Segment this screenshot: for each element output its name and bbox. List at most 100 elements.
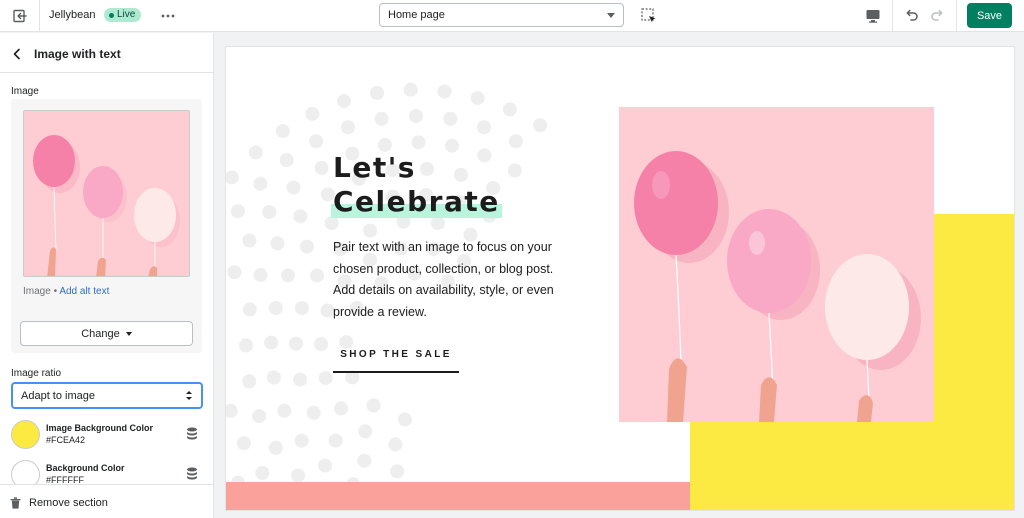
decorative-dot bbox=[328, 433, 343, 448]
remove-section-label: Remove section bbox=[29, 497, 108, 509]
decorative-dot bbox=[253, 267, 268, 282]
decorative-dot bbox=[409, 109, 423, 123]
database-icon[interactable] bbox=[186, 467, 198, 481]
database-icon[interactable] bbox=[186, 427, 198, 441]
divider bbox=[892, 0, 893, 32]
exit-button[interactable] bbox=[0, 0, 40, 32]
decorative-dot bbox=[390, 464, 405, 479]
select-arrows-icon bbox=[186, 391, 192, 400]
image-background-color-setting[interactable]: Image Background Color #FCEA42 bbox=[11, 420, 203, 450]
back-button[interactable] bbox=[9, 46, 25, 62]
more-icon bbox=[161, 14, 175, 18]
decorative-dot bbox=[341, 120, 355, 135]
heading-line-1: Let's bbox=[333, 151, 416, 184]
trash-icon bbox=[10, 497, 21, 509]
decorative-dot bbox=[398, 412, 412, 427]
undo-icon bbox=[906, 9, 918, 21]
sidebar-footer: Remove section bbox=[0, 484, 213, 518]
section-settings-sidebar: Image with text Image Image • Add alt te… bbox=[0, 33, 214, 518]
image-caption: Image • Add alt text bbox=[23, 286, 109, 297]
decorative-dot bbox=[314, 337, 328, 352]
decorative-dot bbox=[242, 374, 257, 389]
top-bar: Jellybean Live Home page Save bbox=[0, 0, 1024, 32]
image-thumbnail[interactable] bbox=[23, 110, 190, 277]
divider bbox=[956, 0, 957, 32]
decorative-dot bbox=[242, 302, 257, 317]
decorative-dot bbox=[470, 91, 485, 106]
decorative-dot bbox=[318, 371, 333, 386]
decorative-dot bbox=[508, 134, 523, 149]
redo-button[interactable] bbox=[930, 7, 946, 23]
decorative-dot bbox=[268, 301, 283, 315]
decorative-dot bbox=[507, 163, 522, 178]
decorative-dot bbox=[411, 135, 426, 150]
section-title: Image with text bbox=[34, 47, 121, 61]
pink-accent-strip bbox=[226, 482, 690, 510]
decorative-dot bbox=[502, 102, 517, 117]
decorative-dot bbox=[275, 124, 290, 139]
decorative-dot bbox=[236, 436, 251, 451]
change-image-button[interactable]: Change bbox=[20, 321, 193, 346]
decorative-dot bbox=[291, 468, 305, 483]
color-swatch[interactable] bbox=[11, 420, 40, 449]
decorative-dot bbox=[366, 398, 381, 413]
decorative-dot bbox=[294, 301, 309, 316]
decorative-dot bbox=[277, 403, 292, 418]
decorative-dot bbox=[477, 120, 491, 135]
exit-icon bbox=[12, 9, 27, 23]
add-alt-text-link[interactable]: Add alt text bbox=[59, 286, 109, 297]
save-button[interactable]: Save bbox=[967, 3, 1012, 28]
decorative-dot bbox=[318, 458, 333, 473]
decorative-dot bbox=[255, 466, 270, 480]
back-icon bbox=[13, 48, 20, 60]
theme-name: Jellybean bbox=[49, 9, 96, 21]
storefront-preview: Let's Celebrate Pair text with an image … bbox=[226, 47, 1014, 510]
decorative-dot bbox=[242, 233, 257, 248]
decorative-dot bbox=[306, 405, 321, 420]
heading-line-2-text: Celebrate bbox=[333, 185, 500, 218]
desktop-view-button[interactable] bbox=[865, 8, 881, 24]
color-setting-hex: #FCEA42 bbox=[46, 435, 86, 445]
decorative-dot bbox=[358, 424, 373, 439]
remove-section-button[interactable]: Remove section bbox=[10, 497, 108, 509]
page-selector[interactable]: Home page bbox=[379, 3, 624, 27]
decorative-dot bbox=[293, 372, 308, 387]
select-element-icon bbox=[641, 8, 656, 23]
shop-the-sale-button[interactable]: SHOP THE SALE bbox=[333, 349, 459, 373]
image-setting-label: Image bbox=[11, 86, 39, 97]
section-heading: Let's Celebrate bbox=[331, 151, 502, 219]
undo-button[interactable] bbox=[903, 7, 919, 23]
decorative-dot bbox=[314, 160, 329, 175]
decorative-dot bbox=[279, 153, 294, 168]
change-image-label: Change bbox=[81, 327, 120, 340]
decorative-dot bbox=[248, 145, 263, 160]
decorative-dot bbox=[270, 236, 285, 251]
decorative-dot bbox=[334, 401, 349, 416]
decorative-dot bbox=[337, 94, 351, 109]
decorative-dot bbox=[370, 86, 384, 100]
decorative-dot bbox=[363, 223, 378, 238]
decorative-dot bbox=[293, 209, 308, 224]
decorative-dot bbox=[281, 268, 295, 283]
decorative-dot bbox=[357, 453, 372, 468]
decorative-dot bbox=[377, 137, 392, 152]
decorative-dot bbox=[226, 403, 238, 418]
decorative-dot bbox=[305, 106, 320, 121]
live-badge: Live bbox=[104, 8, 142, 22]
balloons-image-graphic bbox=[619, 107, 934, 422]
decorative-dot bbox=[286, 180, 301, 195]
balloons-thumbnail-image bbox=[24, 111, 189, 276]
decorative-dot bbox=[264, 335, 279, 350]
decorative-dot bbox=[226, 170, 239, 185]
redo-icon bbox=[931, 9, 943, 21]
select-element-button[interactable] bbox=[640, 7, 658, 25]
live-badge-label: Live bbox=[117, 9, 136, 20]
decorative-dot bbox=[388, 437, 403, 452]
image-caption-prefix: Image • bbox=[23, 286, 58, 297]
page-selector-value: Home page bbox=[388, 9, 445, 21]
color-setting-name: Background Color bbox=[46, 463, 125, 473]
more-actions-button[interactable] bbox=[158, 6, 178, 26]
image-ratio-select[interactable]: Adapt to image bbox=[11, 382, 203, 409]
decorative-dot bbox=[443, 111, 458, 126]
desktop-icon bbox=[866, 10, 880, 23]
